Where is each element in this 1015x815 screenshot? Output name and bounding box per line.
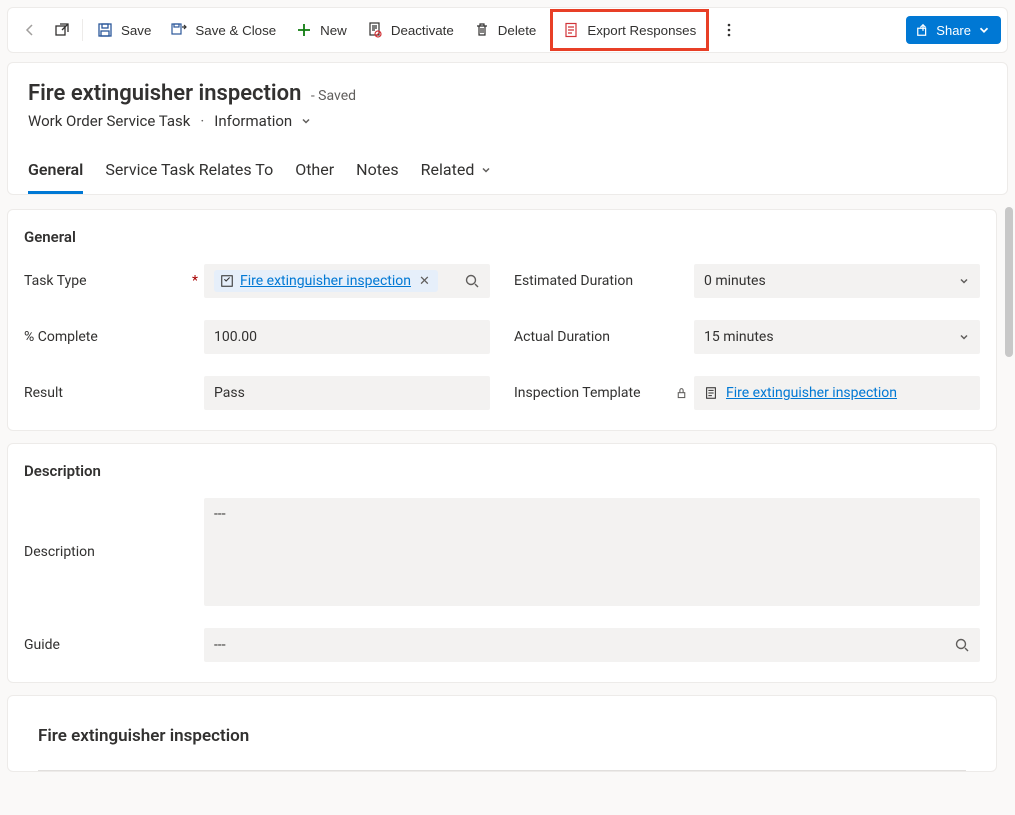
save-icon — [97, 22, 113, 38]
tab-general[interactable]: General — [28, 152, 83, 194]
guide-label: Guide — [24, 637, 204, 653]
dot-separator: · — [200, 112, 204, 130]
task-icon — [220, 274, 234, 288]
description-label: Description — [24, 544, 204, 560]
required-indicator: * — [192, 273, 204, 289]
chevron-down-icon — [977, 23, 991, 37]
share-icon — [916, 23, 930, 37]
guide-value: --- — [214, 637, 226, 653]
plus-icon — [296, 22, 312, 38]
section-description-title: Description — [24, 462, 980, 480]
share-button[interactable]: Share — [906, 16, 1001, 44]
save-close-icon — [171, 22, 187, 38]
section-description: Description Description --- Guide --- — [7, 443, 997, 683]
chevron-down-icon — [300, 115, 312, 127]
task-type-label: Task Type — [24, 273, 87, 289]
template-icon — [704, 386, 718, 400]
section-general: General Task Type * Fire extinguisher in… — [7, 209, 997, 431]
new-label: New — [320, 23, 347, 38]
tab-relates-to[interactable]: Service Task Relates To — [105, 152, 273, 194]
deactivate-icon — [367, 22, 383, 38]
task-type-link[interactable]: Fire extinguisher inspection — [240, 273, 411, 289]
tab-related[interactable]: Related — [421, 152, 493, 194]
save-button[interactable]: Save — [87, 14, 161, 46]
est-duration-value: 0 minutes — [704, 273, 766, 289]
inspection-template-label: Inspection Template — [514, 385, 694, 401]
chevron-down-icon — [958, 331, 970, 343]
form-selector[interactable]: Information — [214, 112, 312, 130]
form-tabs: General Service Task Relates To Other No… — [28, 152, 987, 194]
act-duration-field[interactable]: 15 minutes — [694, 320, 980, 354]
record-title: Fire extinguisher inspection — [28, 81, 301, 106]
share-label: Share — [936, 23, 971, 38]
new-button[interactable]: New — [286, 14, 357, 46]
more-vertical-icon — [721, 22, 737, 38]
result-field[interactable]: Pass — [204, 376, 490, 410]
percent-complete-label: % Complete — [24, 329, 204, 345]
result-label: Result — [24, 385, 204, 401]
inspection-embed-title: Fire extinguisher inspection — [38, 726, 966, 746]
export-responses-label: Export Responses — [587, 23, 696, 38]
est-duration-label: Estimated Duration — [514, 273, 694, 289]
task-type-field[interactable]: Fire extinguisher inspection ✕ — [204, 264, 490, 298]
popout-button[interactable] — [46, 14, 78, 46]
back-button[interactable] — [14, 14, 46, 46]
task-type-lookup-pill[interactable]: Fire extinguisher inspection ✕ — [214, 270, 438, 292]
overflow-button[interactable] — [713, 14, 745, 46]
percent-complete-value: 100.00 — [214, 329, 257, 345]
deactivate-button[interactable]: Deactivate — [357, 14, 464, 46]
act-duration-label: Actual Duration — [514, 329, 694, 345]
scrollbar-thumb[interactable] — [1005, 207, 1013, 357]
pdf-icon — [563, 22, 579, 38]
save-close-button[interactable]: Save & Close — [161, 14, 286, 46]
inspection-template-field[interactable]: Fire extinguisher inspection — [694, 376, 980, 410]
form-name: Information — [214, 112, 292, 130]
deactivate-label: Deactivate — [391, 23, 454, 38]
inspection-template-link[interactable]: Fire extinguisher inspection — [726, 385, 897, 401]
command-bar: Save Save & Close New Deactivate Delete … — [7, 7, 1008, 53]
export-responses-highlight: Export Responses — [550, 9, 709, 51]
toolbar-separator — [82, 19, 83, 41]
section-inspection-embed: Fire extinguisher inspection — [7, 695, 997, 772]
description-value: --- — [214, 506, 226, 522]
chevron-down-icon — [480, 164, 492, 176]
chevron-down-icon — [958, 275, 970, 287]
save-label: Save — [121, 23, 151, 38]
divider — [38, 770, 966, 771]
save-close-label: Save & Close — [195, 23, 276, 38]
task-type-remove[interactable]: ✕ — [417, 274, 432, 289]
export-responses-button[interactable]: Export Responses — [557, 14, 702, 46]
search-icon[interactable] — [954, 637, 970, 653]
lock-icon — [675, 387, 688, 400]
section-general-title: General — [24, 228, 980, 246]
tab-other[interactable]: Other — [295, 152, 334, 194]
percent-complete-field[interactable]: 100.00 — [204, 320, 490, 354]
guide-field[interactable]: --- — [204, 628, 980, 662]
record-header: Fire extinguisher inspection - Saved Wor… — [7, 62, 1008, 195]
tab-notes[interactable]: Notes — [356, 152, 399, 194]
search-icon[interactable] — [464, 273, 480, 289]
act-duration-value: 15 minutes — [704, 329, 774, 345]
delete-label: Delete — [498, 23, 537, 38]
entity-name: Work Order Service Task — [28, 112, 190, 130]
est-duration-field[interactable]: 0 minutes — [694, 264, 980, 298]
trash-icon — [474, 22, 490, 38]
delete-button[interactable]: Delete — [464, 14, 547, 46]
arrow-left-icon — [22, 22, 38, 38]
record-saved-state: - Saved — [311, 88, 356, 104]
result-value: Pass — [214, 385, 245, 401]
popout-icon — [54, 22, 70, 38]
description-field[interactable]: --- — [204, 498, 980, 606]
